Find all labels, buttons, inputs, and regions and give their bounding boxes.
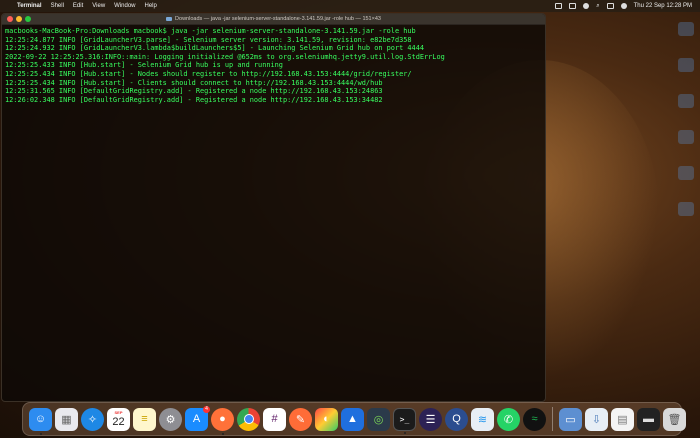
keynote-icon[interactable]: ▲ (341, 407, 364, 431)
terminal-window[interactable]: Downloads — java -jar selenium-server-st… (1, 13, 546, 402)
terminal-line: 12:25:25.434 INFO [Hub.start] - Nodes sh… (5, 69, 412, 78)
calendar-icon[interactable]: SEP 22 (107, 407, 130, 431)
firefox-icon[interactable]: ● (211, 407, 234, 435)
terminal-output[interactable]: macbooks-MacBook-Pro:Downloads macbook$ … (2, 25, 545, 106)
desktop-folder-icon[interactable] (678, 22, 694, 36)
slack-icon[interactable]: # (263, 407, 286, 431)
chrome-icon[interactable] (237, 407, 260, 431)
running-indicator (221, 432, 224, 435)
terminal-line: 12:25:24.932 INFO [GridLauncherV3.lambda… (5, 44, 424, 53)
documents-stack-icon[interactable]: ▤ (611, 407, 634, 431)
menu-app-name[interactable]: Terminal (17, 3, 42, 9)
screen-icon[interactable] (555, 3, 563, 9)
desktop-folder-icon[interactable] (678, 130, 694, 144)
menu-window[interactable]: Window (114, 3, 135, 9)
calendar-day: 22 (112, 415, 125, 428)
menu-edit[interactable]: Edit (73, 3, 83, 9)
terminal-line: 12:25:24.877 INFO [GridLauncherV3.parse]… (5, 35, 412, 44)
dock: ☺ ▦ ✧ SEP 22 ≡ ⚙ A4 ● # ✎ ◐ ▲ ◎ >_ ☰ Q ≋… (22, 402, 686, 436)
calendar-month: SEP (114, 409, 123, 415)
trash-icon[interactable]: 🗑 (663, 407, 686, 431)
terminal-icon[interactable]: >_ (393, 407, 416, 434)
desktop-folder-icon[interactable] (678, 202, 694, 216)
colorsync-icon[interactable]: ◐ (315, 407, 338, 431)
desktop-folder-icon[interactable] (678, 166, 694, 180)
running-indicator (403, 431, 406, 434)
terminal-line: 2022-09-22 12:25:25.316:INFO::main: Logg… (5, 52, 445, 61)
window-titlebar[interactable]: Downloads — java -jar selenium-server-st… (2, 14, 545, 25)
safari-icon[interactable]: ✧ (81, 407, 104, 431)
desktop-folder-icon[interactable] (678, 58, 694, 72)
terminal-line: macbooks-MacBook-Pro:Downloads macbook$ … (5, 27, 416, 35)
control-center-icon[interactable] (606, 3, 614, 9)
window-title: Downloads — java -jar selenium-server-st… (2, 14, 545, 24)
eclipse-icon[interactable]: ☰ (419, 407, 442, 431)
postman-icon[interactable]: ✎ (289, 407, 312, 431)
terminal-line: 12:25:25.434 INFO [Hub.start] - Clients … (5, 78, 383, 87)
battery-icon[interactable] (569, 3, 577, 9)
finder-icon[interactable]: ☺ (29, 407, 52, 435)
dock-separator (552, 407, 553, 431)
system-preferences-icon[interactable]: ⚙ (159, 407, 182, 431)
app-store-icon[interactable]: A4 (185, 405, 210, 431)
window-title-text: Downloads — java -jar selenium-server-st… (175, 16, 381, 22)
terminal-line: 12:25:31.565 INFO [DefaultGridRegistry.a… (5, 87, 383, 96)
desktop-folder-icon[interactable] (678, 94, 694, 108)
notes-icon[interactable]: ≡ (133, 407, 156, 431)
menu-help[interactable]: Help (145, 3, 157, 9)
spotify-icon[interactable]: ≈ (523, 407, 546, 431)
docker-icon[interactable]: ≋ (471, 407, 494, 431)
launchpad-icon[interactable]: ▦ (55, 407, 78, 431)
quicktime-icon[interactable]: Q (445, 407, 468, 431)
downloads-stack-icon[interactable]: ⇩ (585, 407, 608, 431)
wifi-icon[interactable] (583, 3, 590, 9)
running-indicator (39, 432, 42, 435)
menu-clock[interactable]: Thu 22 Sep 12:28 PM (634, 3, 692, 9)
search-icon[interactable]: ⌕ (596, 3, 599, 10)
folder-icon (166, 16, 173, 21)
whatsapp-icon[interactable]: ✆ (497, 407, 520, 431)
terminal-line: 12:25:25.433 INFO [Hub.start] - Selenium… (5, 61, 283, 70)
menu-view[interactable]: View (92, 3, 105, 9)
terminal-line: 12:26:02.348 INFO [DefaultGridRegistry.a… (5, 95, 383, 104)
android-studio-icon[interactable]: ◎ (367, 407, 390, 431)
terminal-stack-icon[interactable]: ▬ (637, 407, 660, 431)
siri-icon[interactable] (620, 3, 627, 9)
app-store-badge: 4 (203, 405, 210, 413)
menu-bar: Terminal Shell Edit View Window Help ⌕ T… (0, 0, 700, 12)
menu-shell[interactable]: Shell (51, 3, 64, 9)
preview-icon[interactable]: ▭ (559, 407, 582, 431)
